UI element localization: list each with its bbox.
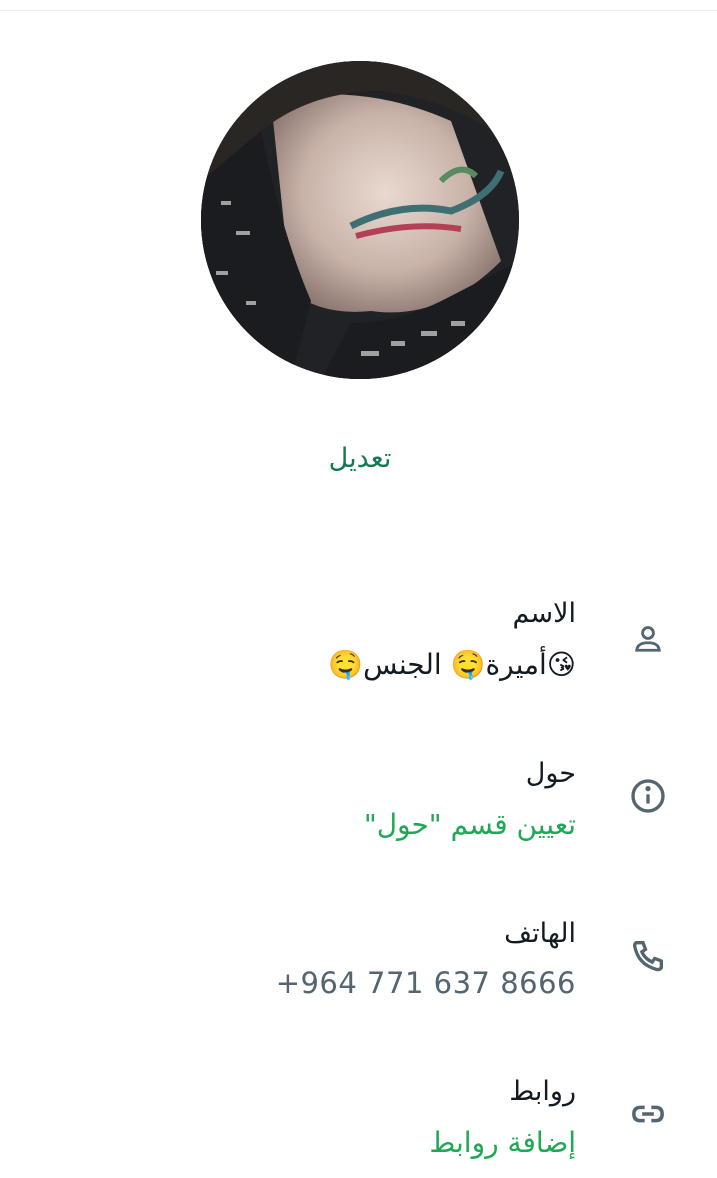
profile-photo-image [201, 61, 519, 379]
links-row[interactable]: روابط إضافة روابط [0, 1068, 717, 1178]
link-icon [622, 1088, 674, 1140]
links-title: روابط [509, 1076, 576, 1107]
phone-title: الهاتف [504, 918, 576, 949]
top-divider [0, 10, 717, 11]
about-value: تعيين قسم "حول" [363, 808, 576, 841]
about-title: حول [525, 758, 576, 789]
phone-row[interactable]: الهاتف +964 771 637 8666 [0, 910, 717, 1020]
edit-photo-link[interactable]: تعديل [300, 443, 420, 474]
person-icon [622, 613, 674, 665]
name-title: الاسم [512, 598, 577, 629]
profile-photo[interactable] [201, 61, 519, 379]
about-row[interactable]: حول تعيين قسم "حول" [0, 750, 717, 860]
info-icon [622, 770, 674, 822]
name-row[interactable]: الاسم 😘أميرة🤤 الجنس🤤 [0, 590, 717, 700]
phone-value: +964 771 637 8666 [275, 966, 576, 1000]
name-value: 😘أميرة🤤 الجنس🤤 [328, 648, 576, 681]
links-value: إضافة روابط [429, 1126, 576, 1159]
phone-icon [622, 930, 674, 982]
